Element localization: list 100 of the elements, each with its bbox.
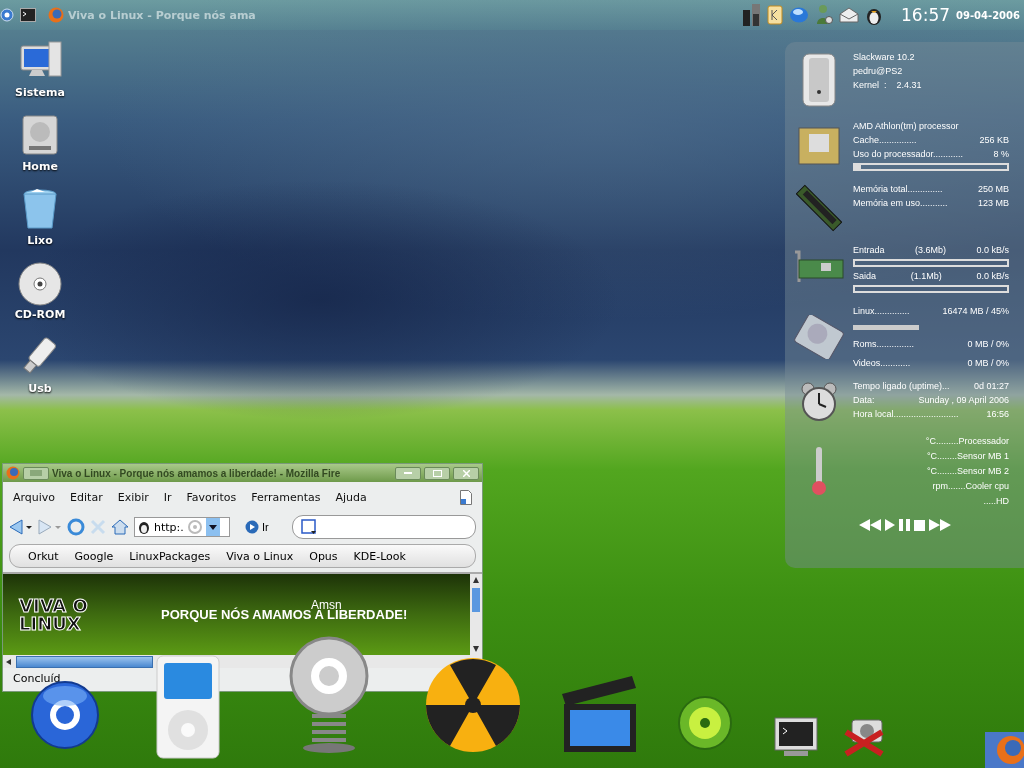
stop-icon[interactable] bbox=[914, 519, 925, 531]
monitor-label: Linux.............. bbox=[853, 306, 910, 316]
penguin-icon bbox=[138, 520, 150, 534]
lime-circle-icon[interactable] bbox=[677, 695, 733, 751]
target-icon bbox=[187, 520, 202, 534]
monitor-label: Tempo ligado (uptime)... bbox=[853, 381, 950, 391]
orb-icon[interactable] bbox=[789, 7, 810, 23]
menu-item[interactable]: Exibir bbox=[117, 490, 149, 504]
monitor-value: 16:56 bbox=[986, 409, 1009, 419]
menu-icon[interactable] bbox=[0, 8, 14, 22]
go-button[interactable]: Ir bbox=[239, 519, 275, 535]
monitor-label: Data: bbox=[853, 395, 875, 405]
monitor-text: Kernel : 2.4.31 bbox=[853, 80, 923, 90]
monitor-label: Entrada bbox=[853, 245, 885, 255]
minimize-icon bbox=[404, 472, 412, 474]
monitor-text: pedru@PS2 bbox=[853, 66, 904, 76]
address-field[interactable]: http:. bbox=[134, 517, 230, 537]
music-player-icon[interactable] bbox=[156, 655, 220, 759]
dropdown-icon[interactable] bbox=[205, 518, 220, 536]
search-field[interactable] bbox=[291, 515, 476, 539]
page-icon[interactable] bbox=[460, 489, 472, 505]
globe-icon bbox=[48, 7, 64, 23]
monitor-label: Memória em uso........... bbox=[853, 198, 948, 208]
clock-date: 09-04-2006 bbox=[956, 9, 1020, 21]
bookmark-link[interactable]: KDE-Look bbox=[353, 549, 406, 563]
close-button[interactable] bbox=[453, 466, 479, 480]
globe-icon bbox=[6, 466, 20, 480]
monitor-text: AMD Athlon(tm) processor bbox=[853, 121, 960, 131]
monitor-label: Saida bbox=[853, 271, 877, 281]
monitor-text: °C........Sensor MB 1 bbox=[925, 451, 1009, 461]
note-icon[interactable] bbox=[767, 5, 784, 25]
terminal-icon[interactable] bbox=[774, 717, 818, 757]
icon-label[interactable]: Lixo bbox=[27, 234, 53, 247]
home-icon[interactable] bbox=[111, 519, 129, 535]
vertical-scrollbar[interactable] bbox=[470, 574, 482, 655]
thermometer-icon bbox=[809, 445, 829, 497]
fast-forward-icon[interactable] bbox=[929, 519, 951, 531]
reload-icon[interactable] bbox=[67, 518, 85, 536]
menu-item[interactable]: Ferramentas bbox=[251, 490, 321, 504]
monitor-note: (1.1Mb) bbox=[910, 271, 942, 281]
tooltip-label: Amsn bbox=[311, 598, 342, 612]
alarm-clock-icon bbox=[799, 381, 839, 423]
go-icon bbox=[245, 520, 259, 534]
person-icon[interactable] bbox=[815, 4, 834, 26]
bookmark-link[interactable]: Opus bbox=[309, 549, 338, 563]
menu-item[interactable]: Ajuda bbox=[335, 490, 367, 504]
monitor-text: Slackware 10.2 bbox=[853, 52, 916, 62]
monitor-value: 123 MB bbox=[977, 198, 1009, 208]
minimize-button[interactable] bbox=[395, 466, 421, 480]
monitor-label: Cache............... bbox=[853, 135, 917, 145]
disc-icon[interactable] bbox=[17, 262, 63, 306]
icon-label[interactable]: Sistema bbox=[15, 86, 65, 99]
monitor-note: (3.6Mb) bbox=[915, 245, 946, 255]
close-icon bbox=[462, 469, 470, 477]
chip-icon bbox=[796, 125, 842, 167]
monitor-value: 0.0 kB/s bbox=[976, 271, 1009, 281]
clock-time: 16:57 bbox=[901, 5, 951, 25]
bar-icon bbox=[30, 470, 42, 476]
monitor-label: Memória total.............. bbox=[853, 184, 943, 194]
monitor-label: Uso do processador............ bbox=[853, 149, 964, 159]
menu-item[interactable]: Editar bbox=[70, 490, 103, 504]
maximize-button[interactable] bbox=[424, 466, 450, 480]
monitor-value: 0 MB / 0% bbox=[967, 358, 1009, 368]
monitor-value: 0.0 kB/s bbox=[976, 245, 1009, 255]
monitor-value: 256 KB bbox=[979, 135, 1009, 145]
window-title: Viva o Linux - Porque nós amamos a liberdade! - Mozilla Fire bbox=[52, 467, 342, 479]
play-icon[interactable] bbox=[885, 519, 895, 531]
scrollbar-thumb[interactable] bbox=[16, 655, 153, 668]
search-engine-icon[interactable] bbox=[300, 519, 317, 535]
back-icon[interactable] bbox=[9, 519, 33, 535]
monitor-label: Roms............... bbox=[853, 339, 914, 349]
bookmark-link[interactable]: LinuxPackages bbox=[129, 549, 211, 563]
bars-icon[interactable] bbox=[743, 4, 762, 26]
bookmark-link[interactable]: Orkut bbox=[28, 549, 59, 563]
pause-icon[interactable] bbox=[899, 519, 910, 531]
monitor-label: Hora local.......................... bbox=[853, 409, 959, 419]
monitor-text: .....HD bbox=[982, 496, 1009, 506]
icon-label[interactable]: CD-ROM bbox=[14, 308, 66, 321]
monitor-value: 0d 01:27 bbox=[973, 381, 1009, 391]
site-logo: VIVA O LINUX bbox=[19, 596, 89, 633]
envelope-icon[interactable] bbox=[839, 7, 860, 23]
status-text: Concluíd bbox=[12, 671, 62, 687]
monitor-value: 8 % bbox=[993, 149, 1009, 159]
terminal-icon[interactable] bbox=[20, 8, 36, 22]
monitor-text: rpm.......Cooler cpu bbox=[931, 481, 1009, 491]
monitor-text: °C.........Processador bbox=[924, 436, 1009, 446]
bookmark-link[interactable]: Google bbox=[74, 549, 114, 563]
maximize-icon bbox=[432, 469, 442, 477]
menu-item[interactable]: Arquivo bbox=[13, 490, 56, 504]
shade-button[interactable] bbox=[23, 466, 49, 480]
monitor-text: °C........Sensor MB 2 bbox=[925, 466, 1009, 476]
icon-label[interactable]: Home bbox=[22, 160, 58, 173]
bookmark-link[interactable]: Viva o Linux bbox=[226, 549, 294, 563]
monitor-value: Sunday , 09 April 2006 bbox=[918, 395, 1009, 405]
menu-item[interactable]: Ir bbox=[163, 490, 172, 504]
rewind-icon[interactable] bbox=[859, 519, 881, 531]
monitor-value: 250 MB bbox=[977, 184, 1009, 194]
monitor-label: Videos............ bbox=[853, 358, 911, 368]
menu-item[interactable]: Favoritos bbox=[186, 490, 237, 504]
radiation-icon[interactable] bbox=[424, 656, 522, 754]
